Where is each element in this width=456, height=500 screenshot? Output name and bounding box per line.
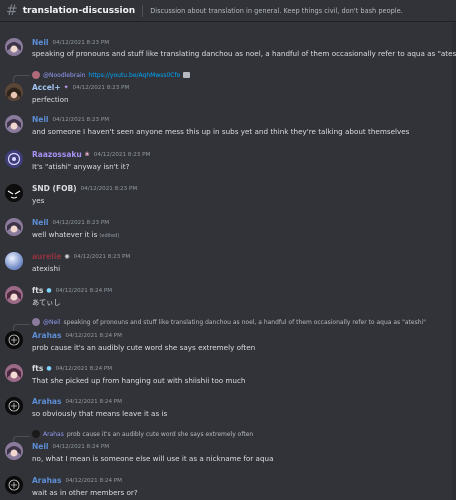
- timestamp: 04/12/2021 8:23 PM: [80, 185, 138, 192]
- role-badge-icons: ✦: [63, 84, 69, 91]
- image-icon: [183, 72, 191, 78]
- user-avatar[interactable]: [5, 150, 23, 168]
- scrollbar[interactable]: [452, 23, 456, 500]
- reply-connector: [13, 324, 30, 331]
- message-text: atexishi: [32, 264, 61, 273]
- message-header: SND (FOB) 04/12/2021 8:23 PM: [32, 184, 137, 193]
- channel-topic[interactable]: Discussion about translation in general.…: [150, 7, 403, 15]
- timestamp: 04/12/2021 8:24 PM: [55, 365, 113, 372]
- message-text: and someone I haven't seen anyone mess t…: [32, 127, 410, 136]
- timestamp: 04/12/2021 8:24 PM: [65, 332, 122, 339]
- user-avatar[interactable]: [5, 476, 23, 494]
- reply-preview[interactable]: @Noodlebrain https://youtu.be/AqhMwss0Cf…: [32, 71, 191, 79]
- role-badge-icon: ❀: [84, 151, 90, 158]
- message-header: Raazossaku ❀ 04/12/2021 8:23 PM: [32, 150, 150, 159]
- role-badge-icon: ●: [46, 365, 52, 372]
- timestamp: 04/12/2021 8:23 PM: [52, 116, 110, 123]
- user-avatar[interactable]: [5, 364, 23, 382]
- timestamp: 04/12/2021 8:23 PM: [93, 151, 151, 158]
- user-avatar[interactable]: [5, 184, 23, 202]
- message-header: Accel+ ✦ 04/12/2021 8:23 PM: [32, 83, 129, 92]
- user-avatar[interactable]: [5, 115, 23, 133]
- timestamp: 04/12/2021 8:24 PM: [52, 443, 110, 450]
- reply-avatar: [32, 430, 40, 438]
- message-text: wait as in other members or?: [32, 488, 138, 497]
- username[interactable]: SND (FOB): [32, 184, 77, 193]
- message-header: fts ● 04/12/2021 8:24 PM: [32, 286, 112, 295]
- user-avatar[interactable]: [5, 252, 23, 270]
- message-text: no, what I mean is someone else will use…: [32, 454, 274, 463]
- username[interactable]: Arahas: [32, 331, 61, 340]
- user-avatar[interactable]: [5, 397, 23, 415]
- username[interactable]: aurelie: [32, 252, 61, 261]
- role-badge-icon: ●: [46, 287, 52, 294]
- channel-name[interactable]: translation-discussion: [23, 6, 135, 16]
- reply-preview[interactable]: Arahas prob cause it's an audibly cute w…: [32, 430, 253, 438]
- username[interactable]: fts: [32, 286, 43, 295]
- message-text: perfection: [32, 95, 69, 104]
- message-text: well whatever it is: [32, 230, 98, 239]
- user-avatar[interactable]: [5, 218, 23, 236]
- message-header: Arahas 04/12/2021 8:24 PM: [32, 476, 122, 485]
- message-header: Neil 04/12/2021 8:24 PM: [32, 442, 109, 451]
- message-text: so obviously that means leave it as is: [32, 409, 168, 418]
- reply-link[interactable]: https://youtu.be/AqhMwss0Cfo: [88, 72, 180, 79]
- timestamp: 04/12/2021 8:23 PM: [72, 84, 130, 91]
- message-text: That she picked up from hanging out with…: [32, 376, 246, 385]
- user-avatar[interactable]: [5, 331, 23, 349]
- timestamp: 04/12/2021 8:23 PM: [52, 39, 110, 46]
- reply-preview[interactable]: @Neil speaking of pronouns and stuff lik…: [32, 318, 426, 326]
- message-header: Neil 04/12/2021 8:23 PM: [32, 38, 109, 47]
- reply-avatar: [32, 318, 40, 326]
- username[interactable]: Neil: [32, 115, 49, 124]
- message-text-container: well whatever it is (edited): [32, 230, 119, 239]
- hashtag-icon: #: [6, 2, 18, 19]
- timestamp: 04/12/2021 8:23 PM: [52, 219, 110, 226]
- reply-text: prob cause it's an audibly cute word she…: [66, 430, 254, 438]
- user-avatar[interactable]: [5, 286, 23, 304]
- user-avatar[interactable]: [5, 83, 23, 101]
- username[interactable]: Accel+: [32, 83, 61, 92]
- message-text: あてぃし: [32, 298, 61, 307]
- message-header: Neil 04/12/2021 8:23 PM: [32, 115, 109, 124]
- reply-connector: [13, 75, 30, 82]
- user-avatar[interactable]: [5, 38, 23, 56]
- username[interactable]: fts: [32, 364, 43, 373]
- edited-label: (edited): [99, 233, 120, 239]
- reply-mention[interactable]: Arahas: [43, 431, 64, 438]
- message-text: It's "atishi" anyway isn't it?: [32, 162, 130, 171]
- channel-header: # translation-discussion Discussion abou…: [0, 0, 456, 22]
- message-header: Arahas 04/12/2021 8:24 PM: [32, 397, 122, 406]
- timestamp: 04/12/2021 8:24 PM: [65, 477, 122, 484]
- reply-mention[interactable]: @Noodlebrain: [43, 72, 85, 79]
- timestamp: 04/12/2021 8:24 PM: [55, 287, 113, 294]
- username[interactable]: Neil: [32, 442, 49, 451]
- reply-avatar: [32, 71, 40, 79]
- reply-text: speaking of pronouns and stuff like tran…: [63, 318, 426, 326]
- timestamp: 04/12/2021 8:24 PM: [65, 398, 122, 405]
- username[interactable]: Arahas: [32, 476, 61, 485]
- message-header: fts ● 04/12/2021 8:24 PM: [32, 364, 112, 373]
- timestamp: 04/12/2021 8:23 PM: [73, 253, 131, 260]
- header-divider: [142, 4, 144, 17]
- message-header: Neil 04/12/2021 8:23 PM: [32, 218, 109, 227]
- message-text: prob cause it's an audibly cute word she…: [32, 343, 256, 352]
- role-badge-icon: ◉: [64, 253, 70, 260]
- username[interactable]: Neil: [32, 218, 49, 227]
- message-text: yes: [32, 196, 45, 205]
- message-header: aurelie ◉ 04/12/2021 8:23 PM: [32, 252, 130, 261]
- username[interactable]: Neil: [32, 38, 49, 47]
- username[interactable]: Raazossaku: [32, 150, 82, 159]
- username[interactable]: Arahas: [32, 397, 61, 406]
- message-header: Arahas 04/12/2021 8:24 PM: [32, 331, 122, 340]
- reply-mention[interactable]: @Neil: [43, 319, 61, 326]
- user-avatar[interactable]: [5, 442, 23, 460]
- message-text: speaking of pronouns and stuff like tran…: [32, 49, 456, 58]
